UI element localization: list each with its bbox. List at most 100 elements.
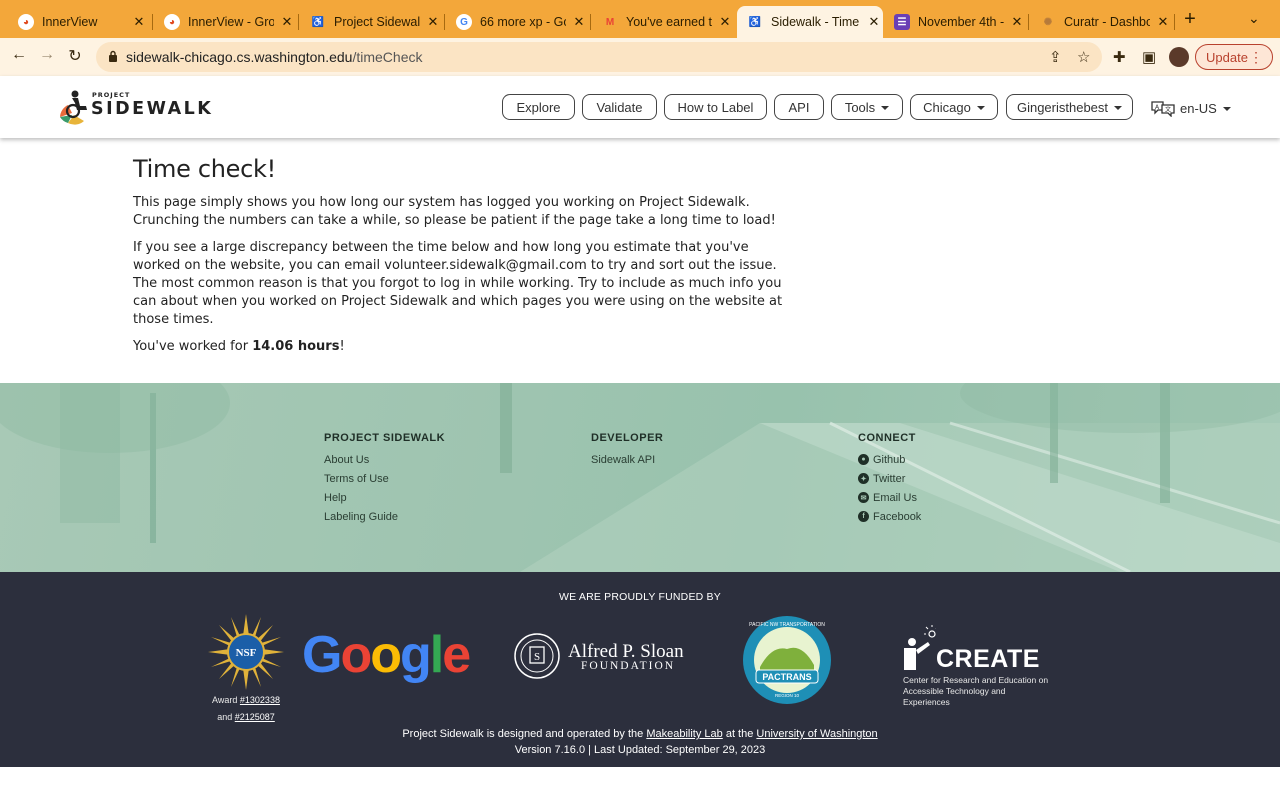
- twitter-icon: ✦: [858, 473, 869, 484]
- footer-links-section: PROJECT SIDEWALK About Us Terms of Use H…: [0, 383, 1280, 572]
- google-logo[interactable]: Google: [302, 625, 471, 685]
- email-label: Email Us: [873, 491, 918, 504]
- svg-text:文: 文: [1165, 106, 1171, 114]
- browser-tab[interactable]: ☰ November 4th - ✕: [884, 6, 1026, 38]
- new-tab-icon[interactable]: +: [1180, 8, 1200, 31]
- footer-heading: PROJECT SIDEWALK: [324, 432, 446, 444]
- browser-tab[interactable]: ✺ Curatr - Dashbo ✕: [1030, 6, 1172, 38]
- footer-link-about-us[interactable]: About Us: [324, 453, 445, 466]
- close-tab-icon[interactable]: ✕: [570, 14, 588, 30]
- sloan-foundation-text: FOUNDATION: [581, 660, 676, 672]
- close-tab-icon[interactable]: ✕: [130, 14, 148, 30]
- translate-icon: A 文: [1151, 101, 1175, 117]
- footer-link-help[interactable]: Help: [324, 491, 445, 504]
- browser-tab[interactable]: ♿ Project Sidewalk ✕: [300, 6, 442, 38]
- nav-api-button[interactable]: API: [774, 94, 824, 120]
- browser-tab[interactable]: ◕ InnerView ✕: [8, 6, 148, 38]
- sloan-foundation-logo[interactable]: S Alfred P. Sloan FOUNDATION: [513, 630, 693, 682]
- nsf-logo[interactable]: NSF: [208, 614, 284, 690]
- forward-arrow-icon[interactable]: →: [36, 46, 58, 64]
- nav-validate-button[interactable]: Validate: [582, 94, 657, 120]
- language-label: en-US: [1180, 100, 1217, 116]
- university-link[interactable]: University of Washington: [756, 728, 877, 740]
- profile-avatar[interactable]: [1169, 47, 1189, 67]
- back-arrow-icon[interactable]: ←: [8, 46, 30, 64]
- footer-column-project: PROJECT SIDEWALK About Us Terms of Use H…: [324, 432, 445, 529]
- makeability-lab-link[interactable]: Makeability Lab: [646, 728, 722, 740]
- award-link-1[interactable]: #1302338: [240, 695, 280, 705]
- footer-link-sidewalk-api[interactable]: Sidewalk API: [591, 453, 663, 466]
- svg-text:REGION 10: REGION 10: [775, 693, 800, 698]
- innerview-favicon-icon: ◕: [164, 14, 180, 30]
- caret-down-icon: [1114, 106, 1123, 110]
- footer-link-twitter[interactable]: ✦ Twitter: [858, 472, 921, 485]
- award-and: and: [217, 712, 235, 722]
- footer-link-github[interactable]: ● Github: [858, 453, 921, 466]
- create-person-icon: [904, 625, 936, 670]
- close-tab-icon[interactable]: ✕: [1154, 14, 1172, 30]
- tab-title: November 4th -: [918, 15, 1004, 29]
- nav-how-to-label-button[interactable]: How to Label: [664, 94, 767, 120]
- tab-search-chevron-icon[interactable]: ⌄: [1248, 10, 1260, 27]
- footer-link-facebook[interactable]: f Facebook: [858, 510, 921, 523]
- logo-sidewalk-text: SIDEWALK: [91, 99, 214, 119]
- project-sidewalk-logo[interactable]: PROJECT SIDEWALK: [58, 89, 211, 125]
- discrepancy-paragraph: If you see a large discrepancy between t…: [133, 240, 783, 327]
- url-text: sidewalk-chicago.cs.washington.edu/timeC…: [126, 49, 423, 65]
- footer-link-terms[interactable]: Terms of Use: [324, 472, 445, 485]
- username-label: Gingeristhebest: [1016, 99, 1109, 115]
- create-subtitle-text: Center for Research and Education on Acc…: [903, 675, 1049, 707]
- street-background-image: [0, 383, 1280, 572]
- close-tab-icon[interactable]: ✕: [865, 14, 883, 30]
- nav-explore-button[interactable]: Explore: [502, 94, 575, 120]
- browser-tab[interactable]: ◕ InnerView - Grou ✕: [154, 6, 296, 38]
- twitter-label: Twitter: [873, 472, 906, 485]
- close-tab-icon[interactable]: ✕: [278, 14, 296, 30]
- url-host: sidewalk-chicago.cs.washington.edu: [126, 49, 353, 65]
- browser-tab-active[interactable]: ♿ Sidewalk - Time ✕: [737, 6, 883, 38]
- footer-heading: DEVELOPER: [591, 432, 664, 444]
- nav-user-dropdown[interactable]: Gingeristhebest: [1006, 94, 1133, 120]
- sloan-seal-icon: S: [514, 633, 560, 679]
- close-tab-icon[interactable]: ✕: [1008, 14, 1026, 30]
- browser-tab-strip: ◕ InnerView ✕ ◕ InnerView - Grou ✕ ♿ Pro…: [0, 0, 1280, 38]
- footer-column-developer: DEVELOPER Sidewalk API: [591, 432, 663, 472]
- tab-title: Curatr - Dashbo: [1064, 15, 1150, 29]
- facebook-icon: f: [858, 511, 869, 522]
- worked-hours-value: 14.06 hours: [252, 339, 340, 354]
- nav-tools-dropdown[interactable]: Tools: [831, 94, 903, 120]
- browser-tab[interactable]: M You've earned th ✕: [592, 6, 734, 38]
- reload-icon[interactable]: ↻: [64, 46, 86, 66]
- create-logo[interactable]: CREATE Center for Research and Education…: [902, 624, 1052, 707]
- worked-time-paragraph: You've worked for 14.06 hours!: [133, 338, 793, 356]
- close-tab-icon[interactable]: ✕: [424, 14, 442, 30]
- url-path: /timeCheck: [352, 49, 423, 65]
- bookmark-star-icon[interactable]: ☆: [1077, 48, 1090, 66]
- nav-city-dropdown[interactable]: Chicago: [910, 94, 998, 120]
- city-label: Chicago: [923, 99, 971, 115]
- tools-label: Tools: [844, 99, 876, 115]
- facebook-label: Facebook: [873, 510, 922, 523]
- tab-title: 66 more xp - Go: [480, 15, 566, 29]
- caret-down-icon: [881, 106, 890, 110]
- footer-link-labeling-guide[interactable]: Labeling Guide: [324, 510, 445, 523]
- tab-title: InnerView - Grou: [188, 15, 274, 29]
- update-button[interactable]: Update ⋮: [1195, 44, 1273, 70]
- close-tab-icon[interactable]: ✕: [716, 14, 734, 30]
- calendar-favicon-icon: ☰: [894, 14, 910, 30]
- sidewalk-logo-icon: [60, 90, 87, 125]
- tab-title: Project Sidewalk: [334, 15, 420, 29]
- footer-link-email[interactable]: ✉ Email Us: [858, 491, 921, 504]
- browser-tab[interactable]: G 66 more xp - Go ✕: [446, 6, 588, 38]
- pactrans-logo[interactable]: PACTRANS REGION 10 PACIFIC NW TRANSPORTA…: [742, 615, 832, 705]
- page-title: Time check!: [133, 155, 276, 183]
- extensions-puzzle-icon[interactable]: ✚: [1113, 48, 1126, 66]
- google-favicon-icon: G: [456, 14, 472, 30]
- language-selector[interactable]: A 文 en-US: [1150, 99, 1231, 117]
- side-panel-icon[interactable]: ▣: [1142, 48, 1156, 66]
- award-link-2[interactable]: #2125087: [235, 712, 275, 722]
- share-icon[interactable]: ⇪: [1049, 48, 1062, 66]
- worked-suffix: !: [339, 339, 345, 354]
- innerview-favicon-icon: ◕: [18, 14, 34, 30]
- address-bar[interactable]: sidewalk-chicago.cs.washington.edu/timeC…: [96, 42, 1102, 72]
